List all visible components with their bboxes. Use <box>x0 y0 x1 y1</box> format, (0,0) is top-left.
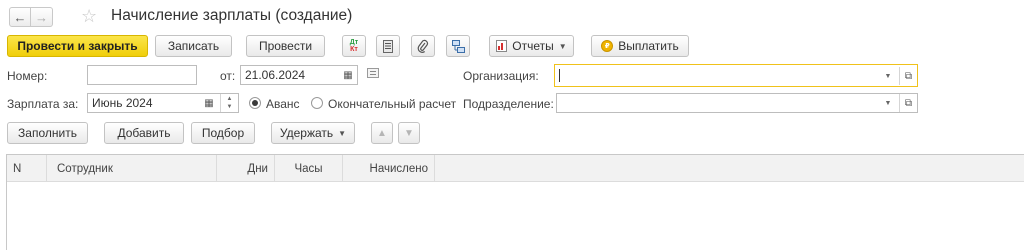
radio-final[interactable] <box>311 97 323 109</box>
radio-final-label[interactable]: Окончательный расчет <box>328 97 456 111</box>
date-input[interactable]: 21.06.2024 ▦ <box>240 65 358 85</box>
attach-button[interactable] <box>411 35 435 57</box>
column-header-n[interactable]: N <box>7 155 47 182</box>
select-button[interactable]: Подбор <box>191 122 255 144</box>
move-down-button[interactable]: ▼ <box>398 122 420 144</box>
stepper-up-icon[interactable]: ▲ <box>227 95 233 103</box>
open-link-icon[interactable]: ⧉ <box>899 67 917 85</box>
column-header-employee[interactable]: Сотрудник <box>47 155 217 182</box>
favorite-star-icon[interactable]: ☆ <box>81 7 97 25</box>
structure-button[interactable] <box>446 35 470 57</box>
arrow-right-icon: → <box>35 9 48 25</box>
reports-icon <box>496 40 508 52</box>
move-up-button[interactable]: ▲ <box>371 122 393 144</box>
month-stepper[interactable]: ▲ ▼ <box>220 94 238 112</box>
pay-button[interactable]: ₽ Выплатить <box>591 35 689 57</box>
chevron-down-icon: ▼ <box>338 128 347 138</box>
arrow-left-icon: ← <box>13 9 27 25</box>
hierarchy-icon <box>451 39 465 53</box>
date-label: от: <box>220 69 236 83</box>
number-label: Номер: <box>7 69 48 83</box>
arrow-down-icon: ▼ <box>404 127 414 139</box>
coin-icon: ₽ <box>601 40 614 52</box>
withhold-button[interactable]: Удержать ▼ <box>271 122 355 144</box>
fill-button[interactable]: Заполнить <box>7 122 88 144</box>
dropdown-arrow-icon[interactable]: ▼ <box>881 94 895 112</box>
calendar-icon[interactable]: ▦ <box>339 66 357 84</box>
arrow-up-icon: ▲ <box>377 127 387 139</box>
organization-input[interactable]: ▼ ⧉ <box>554 64 918 87</box>
dt-kt-button[interactable]: Дт Кт <box>342 35 366 57</box>
document-list-icon <box>383 39 393 53</box>
open-link-icon[interactable]: ⧉ <box>899 94 917 112</box>
department-label: Подразделение: <box>463 97 554 111</box>
column-header-days[interactable]: Дни <box>217 155 275 182</box>
post-and-close-button[interactable]: Провести и закрыть <box>7 35 148 57</box>
table-body[interactable] <box>7 183 1024 250</box>
page-title: Начисление зарплаты (создание) <box>111 7 353 24</box>
department-input[interactable]: ▼ ⧉ <box>556 93 918 113</box>
reports-button[interactable]: Отчеты ▼ <box>489 35 574 57</box>
paperclip-icon <box>417 39 429 53</box>
number-input[interactable] <box>87 65 197 85</box>
post-button[interactable]: Провести <box>246 35 325 57</box>
text-cursor <box>559 69 560 82</box>
save-button[interactable]: Записать <box>155 35 232 57</box>
dt-kt-icon: Дт Кт <box>349 39 359 53</box>
comment-icon[interactable] <box>367 68 379 78</box>
column-header-hours[interactable]: Часы <box>275 155 343 182</box>
dropdown-arrow-icon[interactable]: ▼ <box>881 67 895 85</box>
radio-selected-dot <box>252 100 258 106</box>
back-button[interactable]: ← <box>9 7 31 27</box>
radio-advance-label[interactable]: Аванс <box>266 97 300 111</box>
forward-button[interactable]: → <box>31 7 53 27</box>
table-header: N Сотрудник Дни Часы Начислено <box>7 155 1024 182</box>
chevron-down-icon: ▼ <box>558 41 567 51</box>
radio-advance[interactable] <box>249 97 261 109</box>
calendar-icon[interactable]: ▦ <box>200 94 218 112</box>
list-button[interactable] <box>376 35 400 57</box>
add-button[interactable]: Добавить <box>104 122 184 144</box>
salary-for-label: Зарплата за: <box>7 97 79 111</box>
salary-month-input[interactable]: Июнь 2024 ▦ ▲ ▼ <box>87 93 239 113</box>
organization-label: Организация: <box>463 69 539 83</box>
stepper-down-icon[interactable]: ▼ <box>227 103 233 111</box>
column-header-accrued[interactable]: Начислено <box>343 155 435 182</box>
accruals-table[interactable]: N Сотрудник Дни Часы Начислено <box>6 154 1024 250</box>
